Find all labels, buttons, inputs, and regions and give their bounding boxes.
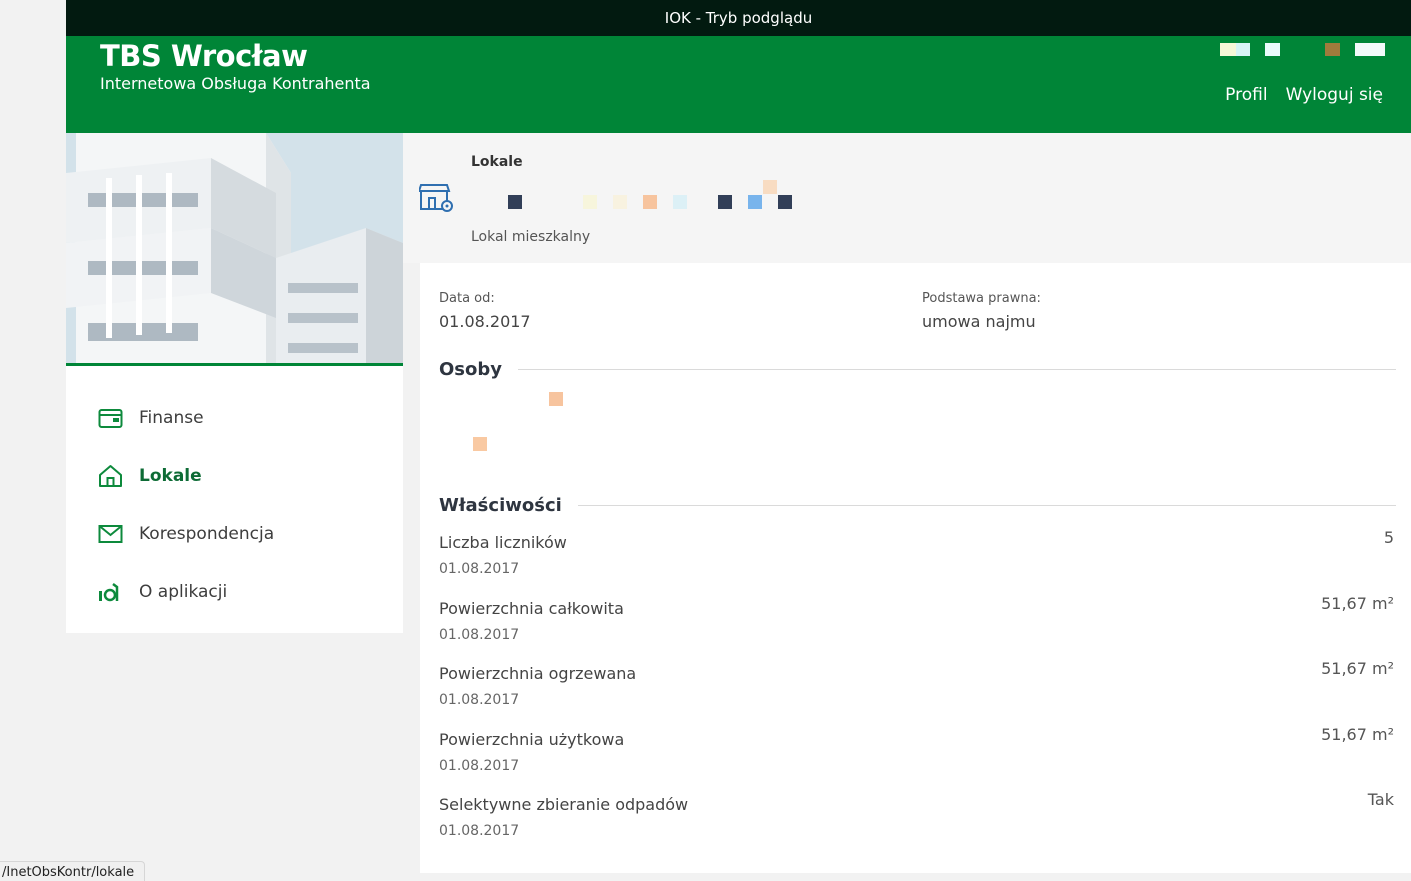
redacted-block (748, 195, 762, 209)
property-date: 01.08.2017 (439, 561, 520, 577)
redacted-block (718, 195, 732, 209)
redacted-block (613, 195, 627, 209)
window-title-bar: IOK - Tryb podglądu (66, 0, 1411, 36)
home-icon (98, 464, 123, 489)
property-name: Selektywne zbieranie odpadów (439, 795, 689, 814)
persons-section-heading: Osoby (439, 359, 1396, 380)
divider (577, 505, 1396, 506)
redacted-block (508, 195, 522, 209)
property-value: 51,67 m² (1321, 594, 1394, 613)
property-row: Liczba liczników 01.08.2017 5 (439, 528, 1394, 591)
sidebar-item-lokale[interactable]: Lokale (66, 447, 403, 505)
property-value: 51,67 m² (1321, 725, 1394, 744)
redacted-block (778, 195, 792, 209)
building-illustration (66, 133, 403, 363)
redacted-block (1325, 43, 1340, 56)
sidebar-item-label: Finanse (139, 408, 204, 428)
property-name: Liczba liczników (439, 533, 567, 552)
header-nav: Profil Wyloguj się (1225, 85, 1383, 105)
property-date: 01.08.2017 (439, 692, 520, 708)
date-from-value: 01.08.2017 (439, 312, 531, 331)
properties-title: Właściwości (439, 495, 562, 516)
sidebar-item-label: Korespondencja (139, 524, 275, 544)
redacted-block (1236, 43, 1250, 56)
lokal-section-title: Lokale (471, 154, 523, 170)
sidebar-item-finanse[interactable]: Finanse (66, 389, 403, 447)
profile-link[interactable]: Profil (1225, 85, 1267, 105)
sidebar-menu: Finanse Lokale Korespondencja O aplikacj… (66, 366, 403, 621)
property-date: 01.08.2017 (439, 823, 520, 839)
sidebar-item-label: O aplikacji (139, 582, 228, 602)
brand-subtitle: Internetowa Obsługa Kontrahenta (100, 74, 371, 93)
property-row: Powierzchnia użytkowa 01.08.2017 51,67 m… (439, 725, 1394, 788)
sidebar: Finanse Lokale Korespondencja O aplikacj… (66, 133, 403, 633)
status-bar-url: /InetObsKontr/lokale (0, 861, 146, 881)
property-value: Tak (1367, 790, 1394, 809)
building-location-icon (417, 179, 457, 219)
redacted-block (1355, 43, 1385, 56)
property-name: Powierzchnia całkowita (439, 599, 624, 618)
left-strip (0, 0, 66, 36)
redacted-block (643, 195, 657, 209)
divider (518, 369, 1396, 370)
app-header: TBS Wrocław Internetowa Obsługa Kontrahe… (66, 36, 1411, 133)
sidebar-item-korespondencja[interactable]: Korespondencja (66, 505, 403, 563)
lokal-details-panel: Data od: 01.08.2017 Podstawa prawna: umo… (420, 263, 1411, 873)
properties-section-heading: Właściwości (439, 495, 1396, 516)
info-app-icon (98, 580, 123, 605)
property-row: Selektywne zbieranie odpadów 01.08.2017 … (439, 790, 1394, 853)
lokal-header: Lokale Lokal mieszkalny (403, 133, 1411, 263)
sidebar-item-label: Lokale (139, 466, 202, 486)
building-hero-image (66, 133, 403, 366)
brand-title: TBS Wrocław (100, 39, 308, 73)
property-date: 01.08.2017 (439, 627, 520, 643)
redacted-block (763, 180, 777, 194)
sidebar-item-o-aplikacji[interactable]: O aplikacji (66, 563, 403, 621)
property-date: 01.08.2017 (439, 758, 520, 774)
redacted-block (473, 437, 487, 451)
redacted-block (673, 195, 687, 209)
legal-basis-label: Podstawa prawna: (922, 291, 1041, 306)
property-name: Powierzchnia użytkowa (439, 730, 625, 749)
redacted-block (1220, 43, 1236, 56)
property-row: Powierzchnia całkowita 01.08.2017 51,67 … (439, 594, 1394, 657)
window-title: IOK - Tryb podglądu (664, 9, 813, 27)
date-from-label: Data od: (439, 291, 495, 306)
redacted-block (1265, 43, 1280, 56)
property-value: 5 (1383, 528, 1394, 547)
persons-title: Osoby (439, 359, 502, 380)
legal-basis-value: umowa najmu (922, 312, 1036, 331)
property-value: 51,67 m² (1321, 659, 1394, 678)
wallet-icon (98, 406, 123, 431)
property-row: Powierzchnia ogrzewana 01.08.2017 51,67 … (439, 659, 1394, 722)
envelope-icon (98, 522, 123, 547)
lokal-type: Lokal mieszkalny (471, 229, 591, 245)
redacted-block (583, 195, 597, 209)
property-name: Powierzchnia ogrzewana (439, 664, 637, 683)
logout-link[interactable]: Wyloguj się (1286, 85, 1383, 105)
redacted-block (549, 392, 563, 406)
